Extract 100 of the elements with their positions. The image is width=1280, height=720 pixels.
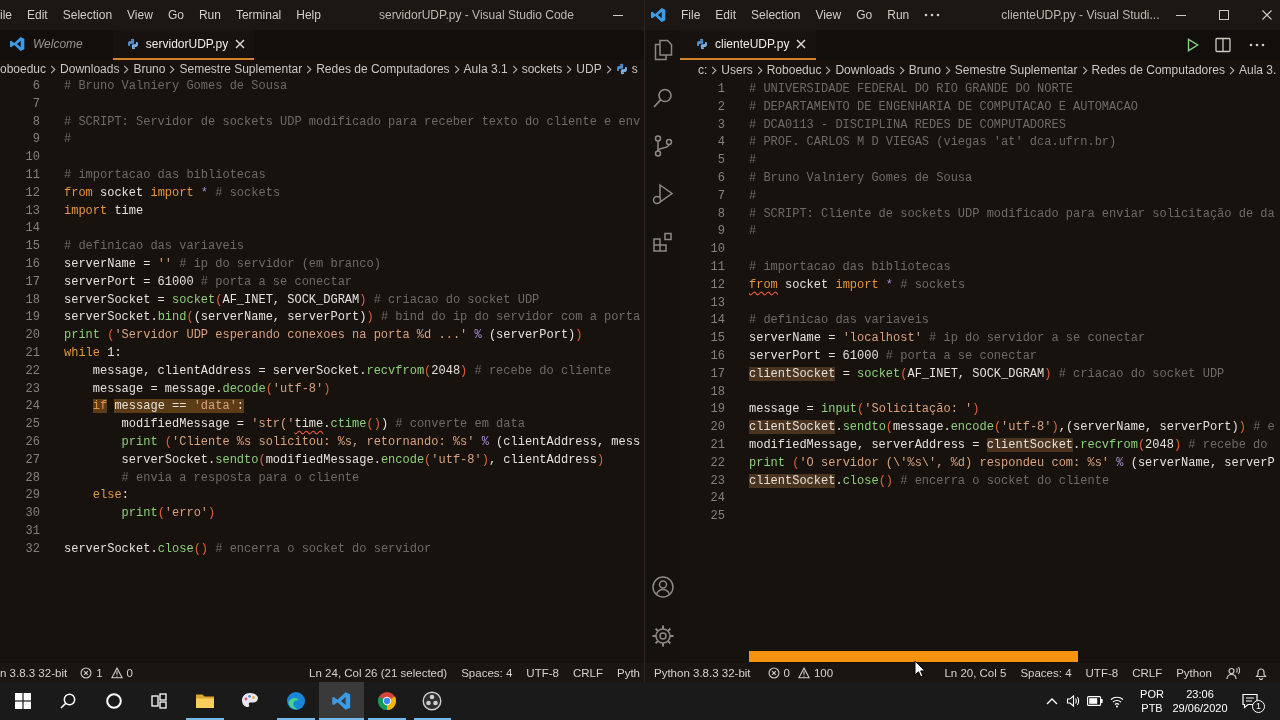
problems-button[interactable]: 1 0	[80, 666, 133, 679]
line-number: 17	[25, 274, 40, 289]
feedback-icon[interactable]	[1226, 665, 1240, 680]
code-line: #	[749, 187, 757, 205]
menu-item[interactable]: Go	[167, 8, 184, 22]
language-mode-button[interactable]: Python	[1176, 666, 1212, 679]
minimize-icon[interactable]	[613, 14, 623, 16]
bell-icon[interactable]	[1254, 665, 1268, 680]
menu-item[interactable]: Terminal	[235, 8, 282, 22]
interpreter-button[interactable]: n 3.8.3 32-bit	[0, 666, 68, 679]
menu-item[interactable]: ile	[0, 8, 12, 22]
search-icon[interactable]	[650, 86, 675, 110]
more-icon[interactable]	[924, 13, 941, 17]
menu-item[interactable]: Help	[296, 8, 321, 22]
close-icon[interactable]	[1262, 10, 1273, 20]
menu-item[interactable]: Run	[887, 8, 910, 22]
code-line: message, clientAddress = serverSocket.recvfrom(2048) # recebe do cliente	[91, 362, 612, 380]
line-number: 14	[710, 313, 725, 328]
code-line: clientSocket.close() # encerra o socket do cliente	[749, 472, 1110, 490]
breadcrumb-item[interactable]: Aula 3.	[1238, 63, 1277, 77]
menu-item[interactable]: Selection	[62, 8, 113, 22]
line-number: 13	[25, 203, 40, 218]
menu-item[interactable]: Edit	[27, 8, 48, 22]
interpreter-button[interactable]: Python 3.8.3 32-bit	[654, 666, 751, 679]
extensions-icon[interactable]	[650, 230, 675, 254]
menu-item[interactable]: View	[815, 8, 842, 22]
line-ending-button[interactable]: CRLF	[1132, 666, 1163, 679]
menu-item[interactable]: View	[127, 8, 153, 22]
breadcrumb-item[interactable]: c:	[698, 63, 708, 77]
indentation-button[interactable]: Spaces: 4	[1020, 666, 1072, 679]
breadcrumb-item[interactable]: Downloads	[835, 63, 895, 77]
line-number: 6	[32, 79, 40, 93]
encoding-button[interactable]: UTF-8	[1085, 666, 1119, 679]
line-number: 21	[25, 345, 40, 360]
line-number: 29	[25, 488, 40, 503]
chevron-up-icon[interactable]	[1046, 697, 1058, 705]
encoding-button[interactable]: UTF-8	[526, 666, 559, 679]
language-mode-button[interactable]: Pyth	[617, 666, 640, 679]
menu-item[interactable]: Run	[198, 8, 221, 22]
breadcrumb-item[interactable]: Semestre Suplementar	[179, 62, 303, 76]
speaker-icon[interactable]	[1066, 694, 1080, 708]
indentation-button[interactable]: Spaces: 4	[461, 666, 513, 679]
window-title: clienteUDP.py - Visual Studi...	[1001, 8, 1160, 22]
line-number: 11	[710, 259, 725, 274]
code-line: if message == 'data':	[91, 398, 245, 416]
notification-icon[interactable]	[1242, 693, 1258, 709]
close-icon[interactable]	[235, 39, 246, 49]
breadcrumb-item[interactable]: Redes de Computadores	[1091, 63, 1225, 77]
cursor-position-button[interactable]: Ln 24, Col 26 (21 selected)	[309, 666, 448, 679]
problems-button[interactable]: 0 100	[767, 666, 834, 679]
split-editor-icon[interactable]	[1215, 37, 1231, 53]
minimize-icon[interactable]	[1176, 14, 1187, 16]
run-debug-icon[interactable]	[650, 182, 675, 206]
line-number: 9	[32, 132, 40, 147]
file-type-icon	[696, 38, 708, 50]
line-number: 12	[710, 277, 725, 292]
menu-item[interactable]: Selection	[751, 8, 801, 22]
breadcrumb-item[interactable]: Users	[721, 63, 753, 77]
search-icon	[60, 693, 77, 709]
line-number: 11	[25, 168, 40, 182]
line-ending-button[interactable]: CRLF	[572, 666, 603, 679]
cursor-position-button[interactable]: Ln 20, Col 5	[944, 666, 1007, 679]
close-icon[interactable]	[796, 39, 807, 49]
more-icon[interactable]	[1249, 43, 1265, 47]
breadcrumb-item[interactable]: oboeduc	[0, 62, 47, 76]
line-number: 19	[710, 402, 725, 417]
chevron-icon	[169, 64, 176, 74]
code-line: # Bruno Valniery Gomes de Sousa	[64, 78, 288, 95]
breadcrumb-item[interactable]: UDP	[576, 62, 602, 76]
menu-item[interactable]: Go	[856, 8, 873, 22]
settings-icon[interactable]	[650, 624, 675, 648]
tab[interactable]: clienteUDP.py	[680, 30, 817, 60]
breadcrumb-item[interactable]: Downloads	[60, 62, 120, 76]
maximize-icon[interactable]	[1219, 10, 1230, 20]
code-line: #	[749, 152, 757, 170]
breadcrumb-item[interactable]: s	[615, 62, 638, 76]
code-line: modifiedMessage = 'str('time.ctime()) # converte em data	[120, 416, 525, 434]
breadcrumb-item[interactable]: Aula 3.1	[463, 62, 508, 76]
tab[interactable]: servidorUDP.py	[112, 30, 255, 60]
run-icon[interactable]	[1187, 38, 1199, 52]
error-icon	[80, 666, 93, 679]
breadcrumb-item[interactable]: sockets	[521, 62, 563, 76]
round-logo-icon	[376, 691, 397, 711]
menu-item[interactable]: Edit	[715, 8, 737, 22]
account-icon[interactable]	[650, 575, 675, 599]
breadcrumb-item[interactable]: Bruno	[908, 63, 941, 77]
menu-item[interactable]: File	[681, 8, 701, 22]
window-title: servidorUDP.py - Visual Studio Code	[378, 8, 574, 22]
breadcrumb-item[interactable]: Redes de Computadores	[316, 62, 450, 76]
wifi-icon[interactable]	[1110, 694, 1124, 708]
breadcrumb-item[interactable]: Bruno	[133, 62, 166, 76]
breadcrumb-item[interactable]: Roboeduc	[766, 63, 822, 77]
taskbar-button[interactable]	[318, 682, 364, 720]
clock-button[interactable]: 23:06 29/06/2020	[1168, 687, 1232, 715]
tab[interactable]: Welcome	[0, 30, 111, 60]
battery-icon[interactable]	[1087, 696, 1103, 706]
breadcrumb-item[interactable]: Semestre Suplementar	[954, 63, 1078, 77]
line-number: 7	[32, 96, 40, 111]
input-language-button[interactable]: POR PTB	[1136, 687, 1168, 715]
line-number: 3	[717, 117, 725, 132]
